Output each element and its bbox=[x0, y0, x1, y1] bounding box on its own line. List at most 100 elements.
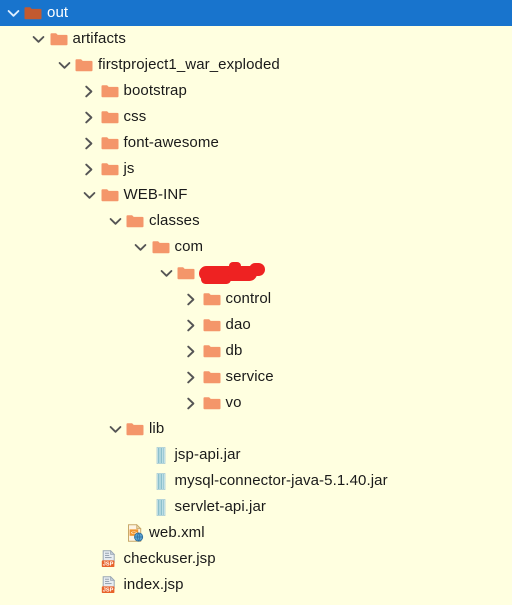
tree-row[interactable]: com bbox=[0, 234, 512, 260]
tree-row[interactable]: out bbox=[0, 0, 512, 26]
tree-row-label: js bbox=[123, 160, 135, 177]
tree-row-label: bootstrap bbox=[123, 82, 187, 99]
tree-row-label: firstproject1_war_exploded bbox=[98, 56, 280, 73]
tree-row[interactable]: JSP checkuser.jsp bbox=[0, 546, 512, 572]
tree-row-label: css bbox=[123, 108, 147, 125]
chevron-down-icon[interactable] bbox=[81, 182, 99, 208]
redaction-mark bbox=[199, 262, 269, 286]
chevron-down-icon[interactable] bbox=[55, 52, 73, 78]
jar-file-icon bbox=[150, 494, 172, 520]
tree-leaf-spacer bbox=[81, 546, 99, 572]
tree-row-label: classes bbox=[149, 212, 200, 229]
folder-icon bbox=[124, 208, 146, 234]
tree-row[interactable]: js bbox=[0, 156, 512, 182]
chevron-right-icon[interactable] bbox=[81, 156, 99, 182]
folder-icon bbox=[99, 78, 121, 104]
folder-icon bbox=[99, 156, 121, 182]
tree-row-label: control bbox=[225, 290, 272, 307]
chevron-right-icon[interactable] bbox=[183, 338, 201, 364]
tree-row[interactable]: mysql-connector-java-5.1.40.jar bbox=[0, 468, 512, 494]
tree-leaf-spacer bbox=[132, 494, 150, 520]
tree-row-label: mysql-connector-java-5.1.40.jar bbox=[174, 472, 388, 489]
chevron-right-icon[interactable] bbox=[81, 130, 99, 156]
tree-row-label: artifacts bbox=[72, 30, 126, 47]
tree-row[interactable]: jsp-api.jar bbox=[0, 442, 512, 468]
chevron-right-icon[interactable] bbox=[183, 286, 201, 312]
tree-row-label: jsp-api.jar bbox=[174, 446, 241, 463]
chevron-down-icon[interactable] bbox=[106, 416, 124, 442]
chevron-right-icon[interactable] bbox=[183, 390, 201, 416]
project-file-tree[interactable]: out artifacts firstproject1_war_explodedbo… bbox=[0, 0, 512, 605]
tree-row[interactable]: <> web.xml bbox=[0, 520, 512, 546]
folder-icon bbox=[73, 52, 95, 78]
tree-leaf-spacer bbox=[81, 572, 99, 598]
jar-file-icon bbox=[150, 468, 172, 494]
tree-row-label: index.jsp bbox=[123, 576, 184, 593]
chevron-down-icon[interactable] bbox=[132, 234, 150, 260]
tree-row-label: dao bbox=[225, 316, 251, 333]
folder-icon bbox=[201, 364, 223, 390]
folder-icon bbox=[201, 390, 223, 416]
tree-row-label: lib bbox=[149, 420, 165, 437]
folder-icon bbox=[99, 104, 121, 130]
tree-row[interactable]: dao bbox=[0, 312, 512, 338]
chevron-right-icon[interactable] bbox=[81, 78, 99, 104]
folder-icon bbox=[201, 338, 223, 364]
chevron-right-icon[interactable] bbox=[183, 312, 201, 338]
svg-text:JSP: JSP bbox=[103, 562, 114, 568]
tree-row[interactable]: servlet-api.jar bbox=[0, 494, 512, 520]
folder-icon bbox=[22, 0, 44, 26]
tree-leaf-spacer bbox=[132, 468, 150, 494]
tree-row[interactable]: service bbox=[0, 364, 512, 390]
tree-row-label: vo bbox=[225, 394, 242, 411]
tree-row[interactable]: control bbox=[0, 286, 512, 312]
chevron-right-icon[interactable] bbox=[183, 364, 201, 390]
chevron-down-icon[interactable] bbox=[106, 208, 124, 234]
jar-file-icon bbox=[150, 442, 172, 468]
folder-icon bbox=[48, 26, 70, 52]
chevron-down-icon[interactable] bbox=[30, 26, 48, 52]
folder-icon bbox=[99, 182, 121, 208]
tree-row[interactable]: WEB-INF bbox=[0, 182, 512, 208]
tree-row-label: font-awesome bbox=[123, 134, 219, 151]
tree-row-label: web.xml bbox=[149, 524, 205, 541]
xml-file-icon: <> bbox=[124, 520, 146, 546]
tree-row[interactable] bbox=[0, 260, 512, 286]
tree-row[interactable]: bootstrap bbox=[0, 78, 512, 104]
chevron-down-icon[interactable] bbox=[157, 260, 175, 286]
tree-row-label: servlet-api.jar bbox=[174, 498, 267, 515]
chevron-down-icon[interactable] bbox=[4, 0, 22, 26]
tree-row[interactable]: font-awesome bbox=[0, 130, 512, 156]
tree-row[interactable]: artifacts bbox=[0, 26, 512, 52]
folder-icon bbox=[201, 286, 223, 312]
jsp-file-icon: JSP bbox=[99, 546, 121, 572]
tree-row[interactable]: vo bbox=[0, 390, 512, 416]
tree-row-label: db bbox=[225, 342, 243, 359]
tree-row[interactable]: lib bbox=[0, 416, 512, 442]
tree-row[interactable]: JSP index.jsp bbox=[0, 572, 512, 598]
folder-icon bbox=[99, 130, 121, 156]
chevron-right-icon[interactable] bbox=[81, 104, 99, 130]
tree-row[interactable]: db bbox=[0, 338, 512, 364]
tree-row[interactable]: css bbox=[0, 104, 512, 130]
tree-row-label: checkuser.jsp bbox=[123, 550, 216, 567]
tree-row[interactable]: firstproject1_war_exploded bbox=[0, 52, 512, 78]
tree-row[interactable]: classes bbox=[0, 208, 512, 234]
